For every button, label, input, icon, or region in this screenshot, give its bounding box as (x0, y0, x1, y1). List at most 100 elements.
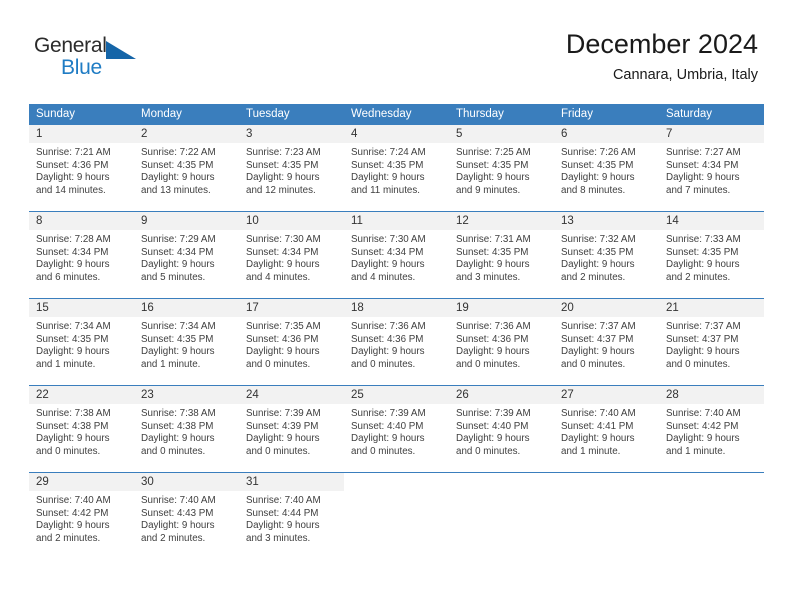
sunrise-time: Sunrise: 7:40 AM (666, 408, 741, 419)
calendar-week-row: 1 Sunrise: 7:21 AM Sunset: 4:36 PM Daylight… (29, 125, 764, 212)
sunset-time: Sunset: 4:40 PM (456, 420, 529, 432)
calendar-day-cell[interactable]: 13 Sunrise: 7:32 AM Sunset: 4:35 PM Dayligh… (554, 211, 659, 299)
daylight-duration-line1: Daylight: 9 hours (351, 346, 425, 358)
sunrise-time: Sunrise: 7:27 AM (666, 147, 741, 158)
daylight-duration-line2: and 1 minute. (561, 445, 621, 457)
sunrise-time: Sunrise: 7:30 AM (351, 234, 426, 245)
sunrise-time: Sunrise: 7:29 AM (141, 234, 216, 245)
sunrise-time: Sunrise: 7:28 AM (36, 234, 111, 245)
daylight-duration-line1: Daylight: 9 hours (666, 172, 740, 184)
calendar-day-cell[interactable]: 25 Sunrise: 7:39 AM Sunset: 4:40 PM Dayligh… (344, 385, 449, 473)
sunset-time: Sunset: 4:36 PM (246, 333, 319, 345)
calendar-day-cell[interactable]: 29 Sunrise: 7:40 AM Sunset: 4:42 PM Dayligh… (29, 472, 134, 559)
daylight-duration-line1: Daylight: 9 hours (246, 346, 320, 358)
day-details: Sunrise: 7:24 AM Sunset: 4:35 PM Daylight:… (344, 143, 449, 211)
sunrise-time: Sunrise: 7:23 AM (246, 147, 321, 158)
day-number: 21 (659, 299, 764, 317)
calendar-week-row: 8 Sunrise: 7:28 AM Sunset: 4:34 PM Daylight… (29, 211, 764, 299)
day-number: 10 (239, 212, 344, 230)
day-number: 29 (29, 473, 134, 491)
calendar-day-cell[interactable]: 6 Sunrise: 7:26 AM Sunset: 4:35 PM Daylight… (554, 125, 659, 212)
calendar-day-cell[interactable]: 14 Sunrise: 7:33 AM Sunset: 4:35 PM Dayligh… (659, 211, 764, 299)
calendar-body: 1 Sunrise: 7:21 AM Sunset: 4:36 PM Daylight… (29, 125, 764, 559)
calendar-day-cell[interactable]: 2 Sunrise: 7:22 AM Sunset: 4:35 PM Daylight… (134, 125, 239, 212)
title-block: December 2024 Cannara, Umbria, Italy (566, 28, 758, 84)
day-number: 4 (344, 125, 449, 143)
day-number: 2 (134, 125, 239, 143)
sunrise-time: Sunrise: 7:25 AM (456, 147, 531, 158)
sunrise-time: Sunrise: 7:35 AM (246, 321, 321, 332)
calendar-day-cell[interactable]: 20 Sunrise: 7:37 AM Sunset: 4:37 PM Dayligh… (554, 298, 659, 386)
daylight-duration-line1: Daylight: 9 hours (141, 172, 215, 184)
calendar-day-cell[interactable]: 12 Sunrise: 7:31 AM Sunset: 4:35 PM Dayligh… (449, 211, 554, 299)
calendar-day-cell[interactable]: 24 Sunrise: 7:39 AM Sunset: 4:39 PM Dayligh… (239, 385, 344, 473)
calendar-day-cell[interactable]: 7 Sunrise: 7:27 AM Sunset: 4:34 PM Daylight… (659, 125, 764, 212)
calendar-day-cell[interactable]: 22 Sunrise: 7:38 AM Sunset: 4:38 PM Dayligh… (29, 385, 134, 473)
day-details: Sunrise: 7:22 AM Sunset: 4:35 PM Daylight:… (134, 143, 239, 211)
calendar-day-cell[interactable]: 16 Sunrise: 7:34 AM Sunset: 4:35 PM Dayligh… (134, 298, 239, 386)
daylight-duration-line2: and 11 minutes. (351, 184, 420, 196)
calendar-day-cell[interactable]: 11 Sunrise: 7:30 AM Sunset: 4:34 PM Dayligh… (344, 211, 449, 299)
calendar-day-cell[interactable]: 19 Sunrise: 7:36 AM Sunset: 4:36 PM Dayligh… (449, 298, 554, 386)
day-number (449, 473, 554, 491)
weekday-header-monday: Monday (134, 104, 239, 125)
sunset-time: Sunset: 4:39 PM (246, 420, 319, 432)
sunrise-time: Sunrise: 7:40 AM (36, 495, 111, 506)
day-details: Sunrise: 7:34 AM Sunset: 4:35 PM Daylight:… (29, 317, 134, 385)
calendar-day-cell[interactable]: 4 Sunrise: 7:24 AM Sunset: 4:35 PM Daylight… (344, 125, 449, 212)
sunrise-time: Sunrise: 7:26 AM (561, 147, 636, 158)
calendar-day-cell[interactable]: 23 Sunrise: 7:38 AM Sunset: 4:38 PM Dayligh… (134, 385, 239, 473)
day-number: 22 (29, 386, 134, 404)
calendar-day-cell[interactable]: 30 Sunrise: 7:40 AM Sunset: 4:43 PM Dayligh… (134, 472, 239, 559)
general-blue-logo[interactable]: General Blue (34, 34, 164, 86)
calendar-day-cell[interactable]: 18 Sunrise: 7:36 AM Sunset: 4:36 PM Dayligh… (344, 298, 449, 386)
daylight-duration-line1: Daylight: 9 hours (141, 259, 215, 271)
daylight-duration-line2: and 1 minute. (36, 358, 96, 370)
sunrise-time: Sunrise: 7:24 AM (351, 147, 426, 158)
calendar-day-cell[interactable]: 3 Sunrise: 7:23 AM Sunset: 4:35 PM Daylight… (239, 125, 344, 212)
sunrise-time: Sunrise: 7:40 AM (246, 495, 321, 506)
daylight-duration-line1: Daylight: 9 hours (351, 259, 425, 271)
sunrise-time: Sunrise: 7:39 AM (456, 408, 531, 419)
sunrise-time: Sunrise: 7:36 AM (351, 321, 426, 332)
calendar-day-cell[interactable]: 8 Sunrise: 7:28 AM Sunset: 4:34 PM Daylight… (29, 211, 134, 299)
weekday-header-saturday: Saturday (659, 104, 764, 125)
day-number: 17 (239, 299, 344, 317)
day-number: 19 (449, 299, 554, 317)
logo-text-general: General (34, 34, 107, 57)
day-number: 13 (554, 212, 659, 230)
sunset-time: Sunset: 4:35 PM (36, 333, 109, 345)
weekday-header-sunday: Sunday (29, 104, 134, 125)
daylight-duration-line1: Daylight: 9 hours (246, 520, 320, 532)
daylight-duration-line2: and 1 minute. (666, 445, 726, 457)
day-number: 27 (554, 386, 659, 404)
calendar-day-cell[interactable]: 10 Sunrise: 7:30 AM Sunset: 4:34 PM Dayligh… (239, 211, 344, 299)
day-details: Sunrise: 7:39 AM Sunset: 4:40 PM Daylight:… (344, 404, 449, 472)
calendar-day-cell[interactable]: 15 Sunrise: 7:34 AM Sunset: 4:35 PM Dayligh… (29, 298, 134, 386)
daylight-duration-line2: and 0 minutes. (456, 358, 521, 370)
calendar-day-cell[interactable]: 27 Sunrise: 7:40 AM Sunset: 4:41 PM Dayligh… (554, 385, 659, 473)
calendar-day-cell[interactable]: 21 Sunrise: 7:37 AM Sunset: 4:37 PM Dayligh… (659, 298, 764, 386)
daylight-duration-line2: and 2 minutes. (666, 271, 731, 283)
sunset-time: Sunset: 4:37 PM (561, 333, 634, 345)
day-details (659, 491, 764, 559)
calendar-day-cell[interactable]: 9 Sunrise: 7:29 AM Sunset: 4:34 PM Daylight… (134, 211, 239, 299)
calendar-day-cell[interactable]: 26 Sunrise: 7:39 AM Sunset: 4:40 PM Dayligh… (449, 385, 554, 473)
day-details: Sunrise: 7:38 AM Sunset: 4:38 PM Daylight:… (134, 404, 239, 472)
calendar-day-cell[interactable]: 31 Sunrise: 7:40 AM Sunset: 4:44 PM Dayligh… (239, 472, 344, 559)
sunset-time: Sunset: 4:36 PM (36, 159, 109, 171)
daylight-duration-line2: and 0 minutes. (246, 358, 311, 370)
daylight-duration-line2: and 4 minutes. (246, 271, 311, 283)
calendar-day-cell[interactable]: 28 Sunrise: 7:40 AM Sunset: 4:42 PM Dayligh… (659, 385, 764, 473)
daylight-duration-line2: and 3 minutes. (246, 532, 311, 544)
weekday-header-wednesday: Wednesday (344, 104, 449, 125)
daylight-duration-line1: Daylight: 9 hours (456, 259, 530, 271)
day-details: Sunrise: 7:37 AM Sunset: 4:37 PM Daylight:… (659, 317, 764, 385)
calendar-day-cell[interactable]: 1 Sunrise: 7:21 AM Sunset: 4:36 PM Daylight… (29, 125, 134, 212)
calendar-day-cell[interactable]: 5 Sunrise: 7:25 AM Sunset: 4:35 PM Daylight… (449, 125, 554, 212)
sunrise-time: Sunrise: 7:38 AM (36, 408, 111, 419)
sunrise-time: Sunrise: 7:40 AM (141, 495, 216, 506)
calendar-week-row: 29 Sunrise: 7:40 AM Sunset: 4:42 PM Dayligh… (29, 472, 764, 559)
day-details: Sunrise: 7:27 AM Sunset: 4:34 PM Daylight:… (659, 143, 764, 211)
calendar-day-cell[interactable]: 17 Sunrise: 7:35 AM Sunset: 4:36 PM Dayligh… (239, 298, 344, 386)
